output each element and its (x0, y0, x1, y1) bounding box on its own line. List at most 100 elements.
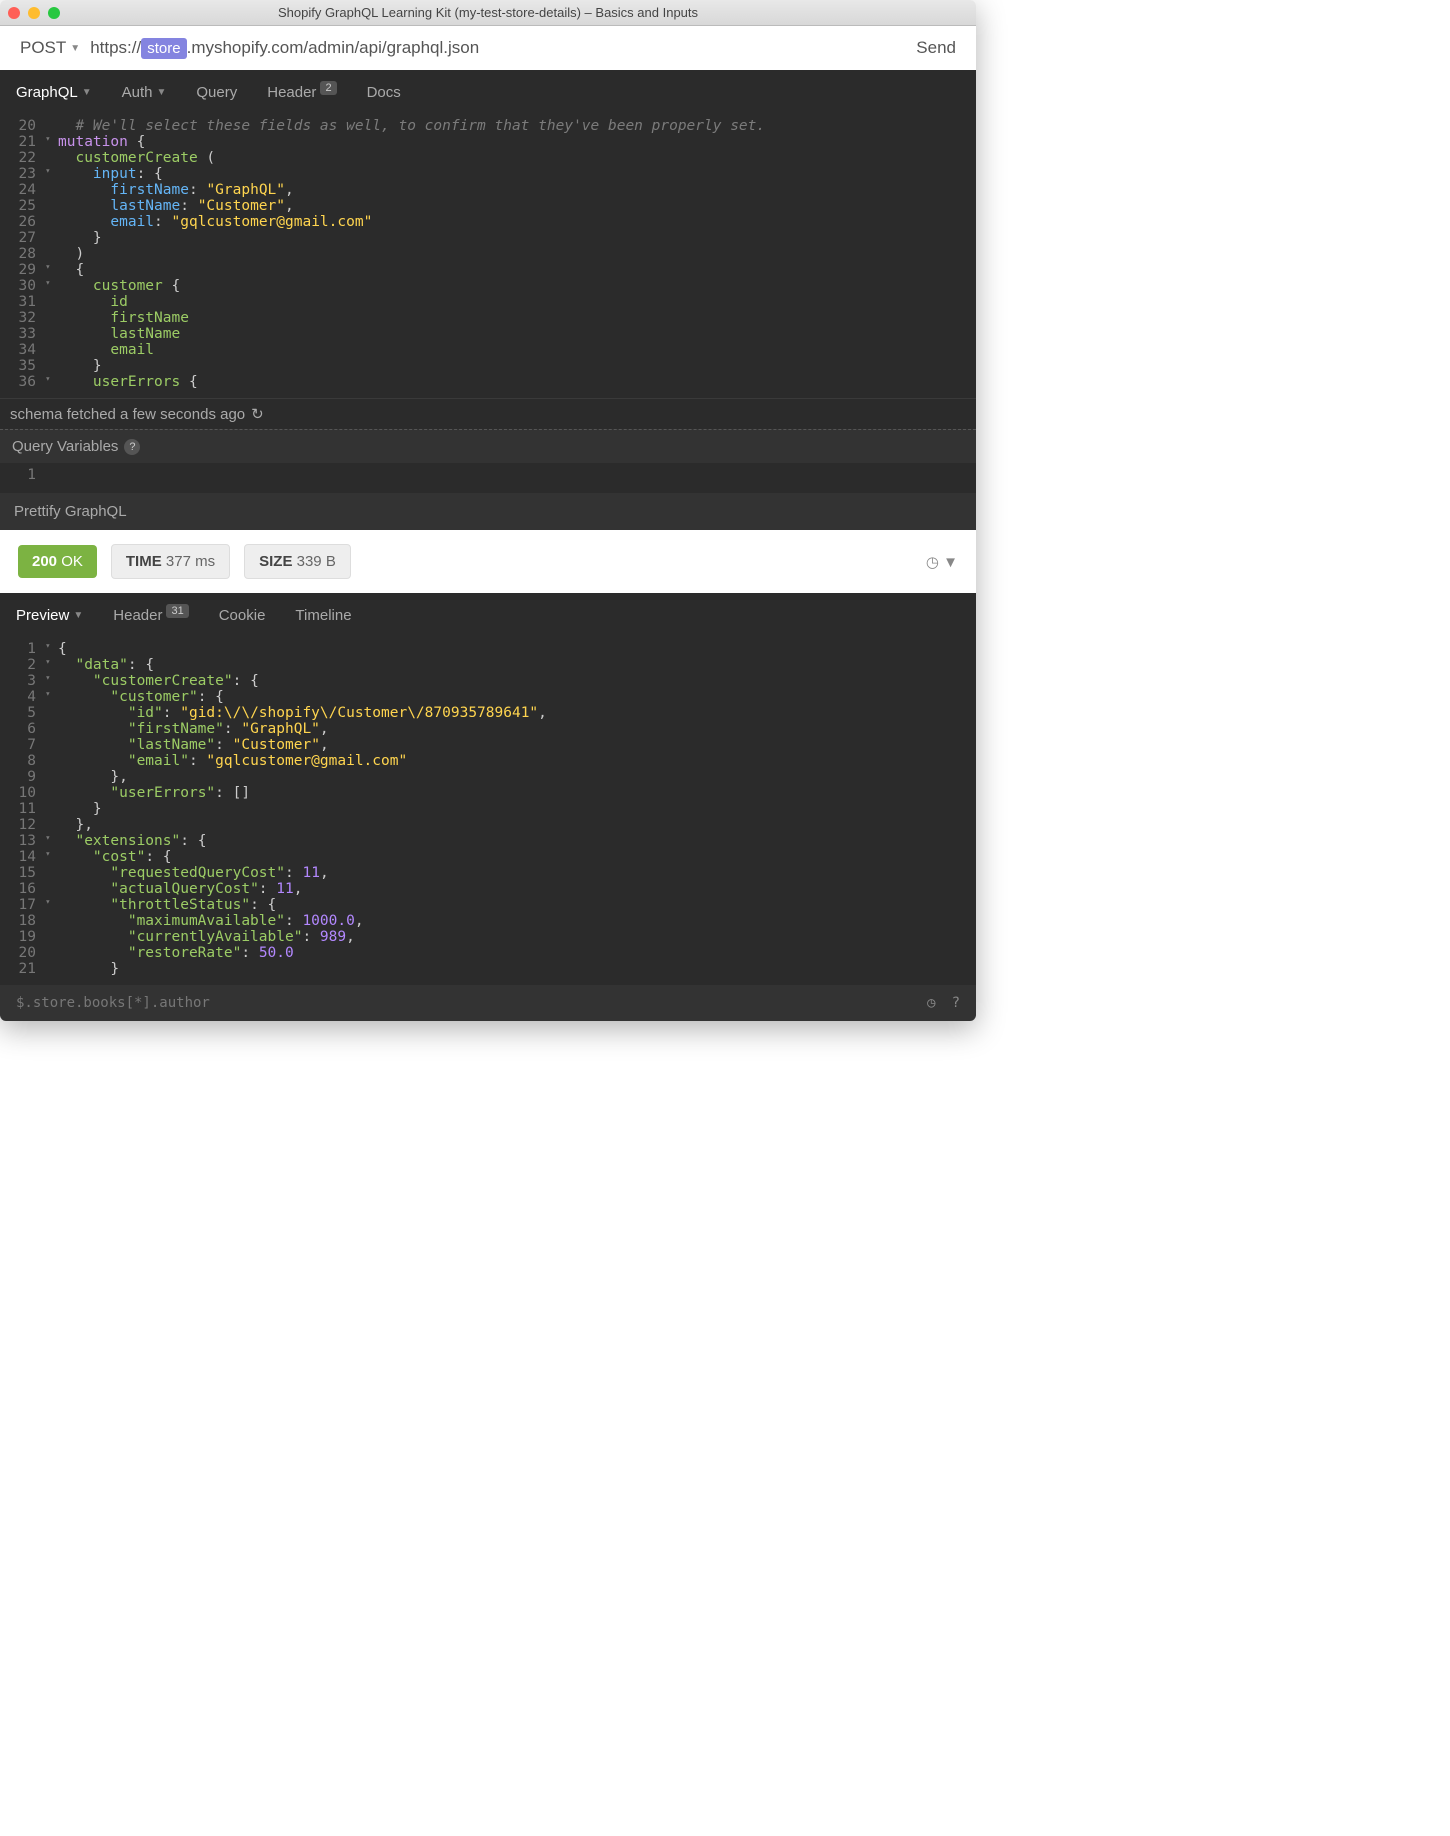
code-line[interactable]: 17 "throttleStatus": { (0, 897, 976, 913)
clock-icon[interactable]: ◷ (927, 995, 935, 1011)
code-line[interactable]: 33 lastName (0, 326, 976, 342)
code-line[interactable]: 29 { (0, 262, 976, 278)
url-variable-chip[interactable]: store (141, 38, 186, 59)
line-number: 13 (0, 833, 42, 849)
code-line[interactable]: 2 "data": { (0, 657, 976, 673)
code-line[interactable]: 7 "lastName": "Customer", (0, 737, 976, 753)
code-line[interactable]: 21 } (0, 961, 976, 977)
code-line[interactable]: 13 "extensions": { (0, 833, 976, 849)
history-button[interactable]: ◷ ▼ (926, 553, 958, 571)
tab-graphql[interactable]: GraphQL ▼ (16, 84, 92, 101)
query-variables-editor[interactable]: 1 (0, 463, 976, 493)
code-line[interactable]: 10 "userErrors": [] (0, 785, 976, 801)
method-selector[interactable]: POST ▼ (20, 38, 80, 58)
tab-header[interactable]: Header 2 (267, 84, 336, 101)
chevron-down-icon: ▼ (156, 87, 166, 98)
line-number: 3 (0, 673, 42, 689)
code-line[interactable]: 8 "email": "gqlcustomer@gmail.com" (0, 753, 976, 769)
line-number: 5 (0, 705, 42, 721)
send-button[interactable]: Send (916, 38, 956, 58)
time-badge: TIME 377 ms (111, 544, 230, 579)
code-line[interactable]: 25 lastName: "Customer", (0, 198, 976, 214)
help-icon[interactable]: ? (124, 439, 140, 455)
code-line[interactable]: 34 email (0, 342, 976, 358)
url-input[interactable]: https://store.myshopify.com/admin/api/gr… (90, 38, 916, 58)
line-number: 33 (0, 326, 42, 342)
code-line[interactable]: 26 email: "gqlcustomer@gmail.com" (0, 214, 976, 230)
response-viewer[interactable]: 1{2 "data": {3 "customerCreate": {4 "cus… (0, 637, 976, 985)
code-line[interactable]: 21mutation { (0, 134, 976, 150)
line-number: 36 (0, 374, 42, 390)
code-line[interactable]: 14 "cost": { (0, 849, 976, 865)
code-line[interactable]: 1{ (0, 641, 976, 657)
line-number: 17 (0, 897, 42, 913)
tab-resp-header[interactable]: Header 31 (113, 607, 188, 624)
refresh-icon[interactable]: ↻ (251, 405, 264, 423)
line-number: 35 (0, 358, 42, 374)
header-count-badge: 2 (320, 81, 336, 95)
code-line[interactable]: 3 "customerCreate": { (0, 673, 976, 689)
code-line[interactable]: 16 "actualQueryCost": 11, (0, 881, 976, 897)
line-number: 25 (0, 198, 42, 214)
code-line[interactable]: 31 id (0, 294, 976, 310)
chevron-down-icon: ▼ (73, 610, 83, 621)
code-line[interactable]: 19 "currentlyAvailable": 989, (0, 929, 976, 945)
tab-cookie[interactable]: Cookie (219, 607, 266, 624)
query-variables-header[interactable]: Query Variables ? (0, 429, 976, 463)
graphql-editor[interactable]: 20 # We'll select these fields as well, … (0, 114, 976, 398)
code-line[interactable]: 23 input: { (0, 166, 976, 182)
help-icon[interactable]: ? (952, 995, 960, 1011)
line-number: 16 (0, 881, 42, 897)
code-line[interactable]: 20 "restoreRate": 50.0 (0, 945, 976, 961)
code-line[interactable]: 5 "id": "gid:\/\/shopify\/Customer\/8709… (0, 705, 976, 721)
response-status-bar: 200 OK TIME 377 ms SIZE 339 B ◷ ▼ (0, 530, 976, 593)
line-number: 31 (0, 294, 42, 310)
code-line[interactable]: 27 } (0, 230, 976, 246)
line-number: 30 (0, 278, 42, 294)
line-number: 9 (0, 769, 42, 785)
prettify-button[interactable]: Prettify GraphQL (0, 493, 976, 530)
line-number: 28 (0, 246, 42, 262)
code-line[interactable]: 11 } (0, 801, 976, 817)
line-number: 34 (0, 342, 42, 358)
line-number: 22 (0, 150, 42, 166)
code-line[interactable]: 18 "maximumAvailable": 1000.0, (0, 913, 976, 929)
code-line[interactable]: 35 } (0, 358, 976, 374)
tab-auth[interactable]: Auth ▼ (122, 84, 167, 101)
titlebar: Shopify GraphQL Learning Kit (my-test-st… (0, 0, 976, 26)
code-line[interactable]: 6 "firstName": "GraphQL", (0, 721, 976, 737)
line-number: 29 (0, 262, 42, 278)
schema-status-bar: schema fetched a few seconds ago ↻ (0, 398, 976, 429)
method-label: POST (20, 38, 66, 58)
schema-status-text: schema fetched a few seconds ago (10, 406, 245, 423)
code-line[interactable]: 28 ) (0, 246, 976, 262)
code-line[interactable]: 12 }, (0, 817, 976, 833)
line-number: 11 (0, 801, 42, 817)
header-count-badge: 31 (166, 604, 188, 618)
code-line[interactable]: 30 customer { (0, 278, 976, 294)
line-number: 32 (0, 310, 42, 326)
tab-preview[interactable]: Preview ▼ (16, 607, 83, 624)
line-number: 20 (0, 945, 42, 961)
line-number: 15 (0, 865, 42, 881)
response-filter-bar: $.store.books[*].author ◷ ? (0, 985, 976, 1021)
tab-docs[interactable]: Docs (367, 84, 401, 101)
request-tabs: GraphQL ▼ Auth ▼ Query Header 2 Docs (0, 70, 976, 114)
line-number: 8 (0, 753, 42, 769)
line-number: 20 (0, 118, 42, 134)
code-line[interactable]: 32 firstName (0, 310, 976, 326)
code-line[interactable]: 20 # We'll select these fields as well, … (0, 118, 976, 134)
code-line[interactable]: 24 firstName: "GraphQL", (0, 182, 976, 198)
chevron-down-icon: ▼ (70, 43, 80, 54)
tab-query[interactable]: Query (196, 84, 237, 101)
line-number: 14 (0, 849, 42, 865)
code-line[interactable]: 9 }, (0, 769, 976, 785)
tab-timeline[interactable]: Timeline (295, 607, 351, 624)
code-line[interactable]: 15 "requestedQueryCost": 11, (0, 865, 976, 881)
window-title: Shopify GraphQL Learning Kit (my-test-st… (0, 5, 976, 20)
code-line[interactable]: 4 "customer": { (0, 689, 976, 705)
jsonpath-input[interactable]: $.store.books[*].author (16, 995, 210, 1011)
code-line[interactable]: 36 userErrors { (0, 374, 976, 390)
line-number: 10 (0, 785, 42, 801)
code-line[interactable]: 22 customerCreate ( (0, 150, 976, 166)
